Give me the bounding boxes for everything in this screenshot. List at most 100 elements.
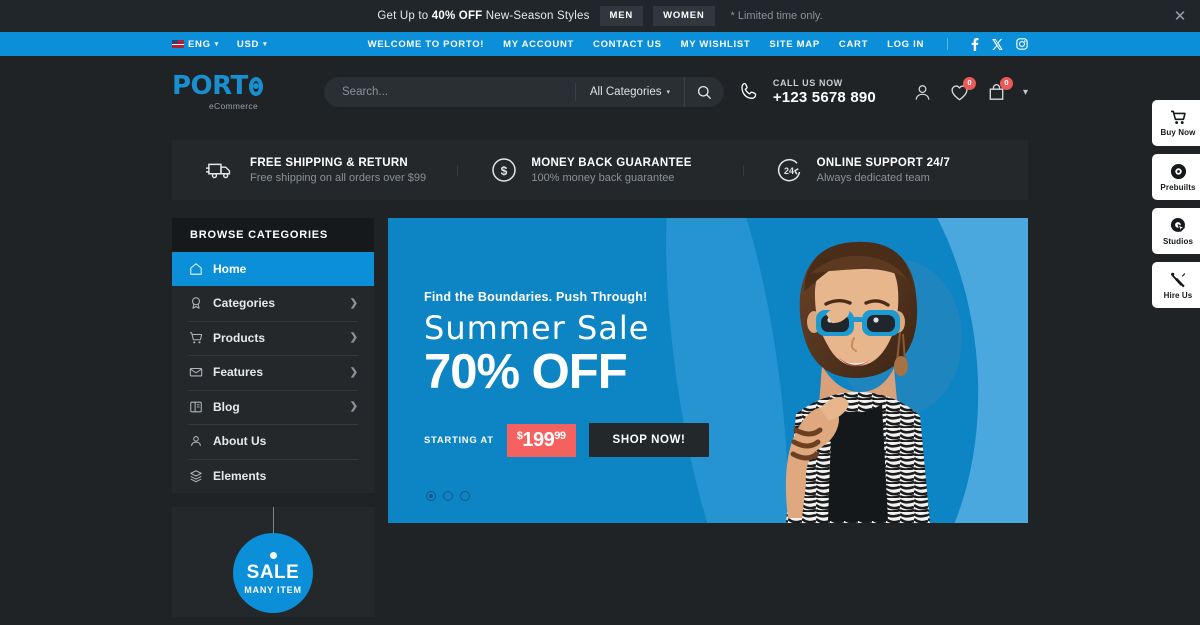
nav-link-cart[interactable]: CART bbox=[839, 39, 868, 50]
logo-text: PORT bbox=[172, 71, 248, 101]
feature-subtitle: 100% money back guarantee bbox=[531, 171, 675, 184]
language-selector[interactable]: ENG ▾ bbox=[172, 39, 219, 50]
book-icon bbox=[188, 400, 203, 414]
disc-icon bbox=[1170, 163, 1186, 179]
layers-icon bbox=[188, 469, 203, 483]
sidebar-item-about-us[interactable]: About Us bbox=[172, 424, 374, 459]
hero-headline: 70% OFF bbox=[424, 345, 628, 399]
top-nav-left: ENG ▾ USD ▾ bbox=[172, 39, 267, 50]
rail-label: Hire Us bbox=[1163, 290, 1193, 300]
rail-button-prebuilts[interactable]: Prebuilts bbox=[1152, 154, 1200, 200]
sidebar-item-blog[interactable]: Blog ❯ bbox=[172, 389, 374, 425]
top-nav-right: WELCOME TO PORTO! MY ACCOUNT CONTACT US … bbox=[368, 37, 1028, 51]
shop-now-button[interactable]: SHOP NOW! bbox=[588, 423, 710, 457]
cart-icon bbox=[1170, 110, 1186, 124]
main-content: BROWSE CATEGORIES Home Categories ❯ Prod… bbox=[0, 218, 1200, 617]
feature-text: MONEY BACK GUARANTEE 100% money back gua… bbox=[531, 157, 691, 184]
sidebar-item-categories[interactable]: Categories ❯ bbox=[172, 286, 374, 321]
sidebar-item-products[interactable]: Products ❯ bbox=[172, 320, 374, 356]
badge-icon bbox=[188, 296, 203, 310]
nav-link-contact-us[interactable]: CONTACT US bbox=[593, 39, 662, 50]
sidebar-item-features[interactable]: Features ❯ bbox=[172, 355, 374, 390]
currency-selector[interactable]: USD ▾ bbox=[237, 39, 267, 50]
rail-button-hire-us[interactable]: Hire Us bbox=[1152, 262, 1200, 308]
person-icon bbox=[188, 434, 203, 448]
sale-tag-banner[interactable]: SALE MANY ITEM bbox=[172, 507, 374, 617]
promo-trail: New-Season Styles bbox=[482, 10, 590, 22]
promo-women-button[interactable]: WOMEN bbox=[653, 6, 715, 26]
nav-link-site-map[interactable]: SITE MAP bbox=[769, 39, 819, 50]
dollar-circle-icon: $ bbox=[492, 158, 517, 182]
wishlist-button[interactable]: 0 bbox=[949, 76, 976, 103]
sidebar-item-elements[interactable]: Elements bbox=[172, 458, 374, 494]
sidebar-item-home[interactable]: Home bbox=[172, 252, 374, 286]
search-button[interactable] bbox=[684, 77, 724, 107]
sale-tag-subtitle: MANY ITEM bbox=[244, 584, 302, 595]
sidebar-item-label: Elements bbox=[213, 468, 267, 483]
user-icon bbox=[915, 84, 930, 100]
feature-money-back: $ MONEY BACK GUARANTEE 100% money back g… bbox=[457, 157, 742, 184]
account-button[interactable] bbox=[912, 82, 933, 103]
search-input[interactable] bbox=[324, 77, 575, 107]
truck-icon bbox=[206, 163, 231, 179]
call-us-text: CALL US NOW +123 5678 890 bbox=[773, 78, 876, 106]
nav-link-my-wishlist[interactable]: MY WISHLIST bbox=[681, 39, 751, 50]
search-category-dropdown[interactable]: All Categories ▾ bbox=[574, 83, 684, 101]
nav-link-log-in[interactable]: LOG IN bbox=[887, 39, 924, 50]
cart-icon bbox=[188, 331, 203, 345]
envelope-icon bbox=[188, 365, 203, 379]
call-us-number: +123 5678 890 bbox=[772, 89, 876, 106]
chevron-right-icon: ❯ bbox=[349, 401, 358, 413]
facebook-icon[interactable] bbox=[971, 37, 979, 51]
svg-text:$: $ bbox=[501, 164, 508, 178]
instagram-icon[interactable] bbox=[1016, 38, 1028, 50]
wishlist-count-badge: 0 bbox=[962, 76, 976, 90]
feature-title: FREE SHIPPING & RETURN bbox=[250, 156, 409, 169]
feature-subtitle: Always dedicated team bbox=[816, 171, 930, 184]
hero-carousel[interactable]: Find the Boundaries. Push Through! Summe… bbox=[388, 218, 1028, 523]
logo-target-icon bbox=[248, 76, 263, 96]
carousel-dot-2[interactable] bbox=[443, 491, 453, 501]
search-icon bbox=[697, 85, 712, 99]
hero-cta-row: STARTING AT $199 99 SHOP NOW! bbox=[424, 423, 710, 457]
hero-script-title: Summer Sale bbox=[424, 309, 650, 347]
cart-button[interactable]: 0 bbox=[986, 76, 1013, 103]
sidebar-item-label: Blog bbox=[213, 399, 240, 414]
site-header: PORT eCommerce All Categories ▾ CALL US … bbox=[0, 56, 1200, 128]
carousel-dot-1[interactable] bbox=[426, 491, 436, 501]
top-nav-bar: ENG ▾ USD ▾ WELCOME TO PORTO! MY ACCOUNT… bbox=[0, 32, 1200, 56]
promo-highlight: 40% OFF bbox=[431, 10, 483, 22]
hero-model-image bbox=[785, 241, 962, 523]
sidebar-heading: BROWSE CATEGORIES bbox=[172, 218, 374, 252]
rail-button-studios[interactable]: Studios bbox=[1152, 208, 1200, 254]
sidebar-item-label: About Us bbox=[213, 434, 267, 449]
sidebar-item-label: Products bbox=[213, 330, 266, 345]
hero-price-badge: $199 99 bbox=[506, 423, 576, 457]
call-us-block[interactable]: CALL US NOW +123 5678 890 bbox=[738, 78, 876, 106]
sale-tag-circle: SALE MANY ITEM bbox=[233, 533, 313, 613]
social-links bbox=[971, 37, 1028, 51]
nav-link-my-account[interactable]: MY ACCOUNT bbox=[503, 39, 574, 50]
logo[interactable]: PORT eCommerce bbox=[172, 71, 263, 111]
sidebar-item-label: Features bbox=[213, 365, 264, 380]
rail-button-buy-now[interactable]: Buy Now bbox=[1152, 100, 1200, 146]
hero-kicker: Find the Boundaries. Push Through! bbox=[424, 290, 648, 304]
feature-online-support: 24 ONLINE SUPPORT 24/7 Always dedicated … bbox=[742, 156, 1028, 184]
carousel-dot-3[interactable] bbox=[460, 491, 470, 501]
language-label: ENG bbox=[188, 38, 211, 50]
cart-dropdown-toggle[interactable]: ▾ bbox=[1023, 87, 1028, 98]
x-twitter-icon[interactable] bbox=[992, 38, 1003, 50]
feature-title: MONEY BACK GUARANTEE bbox=[531, 156, 692, 169]
carousel-pagination bbox=[426, 491, 470, 501]
promo-note: * Limited time only. bbox=[730, 10, 823, 22]
sidebar-list: Home Categories ❯ Products ❯ Features ❯ … bbox=[172, 252, 374, 493]
feature-title: ONLINE SUPPORT 24/7 bbox=[816, 156, 951, 169]
promo-bar: Get Up to 40% OFF New-Season Styles MEN … bbox=[0, 0, 1200, 32]
nav-link-welcome[interactable]: WELCOME TO PORTO! bbox=[368, 39, 485, 50]
tag-hole bbox=[269, 551, 277, 559]
feature-free-shipping: FREE SHIPPING & RETURN Free shipping on … bbox=[172, 157, 457, 184]
promo-men-button[interactable]: MEN bbox=[599, 6, 644, 26]
chevron-down-icon: ▾ bbox=[666, 89, 670, 96]
floating-action-rail: Buy Now Prebuilts Studios Hire Us bbox=[1152, 100, 1200, 308]
close-icon[interactable]: ✕ bbox=[1170, 6, 1190, 26]
